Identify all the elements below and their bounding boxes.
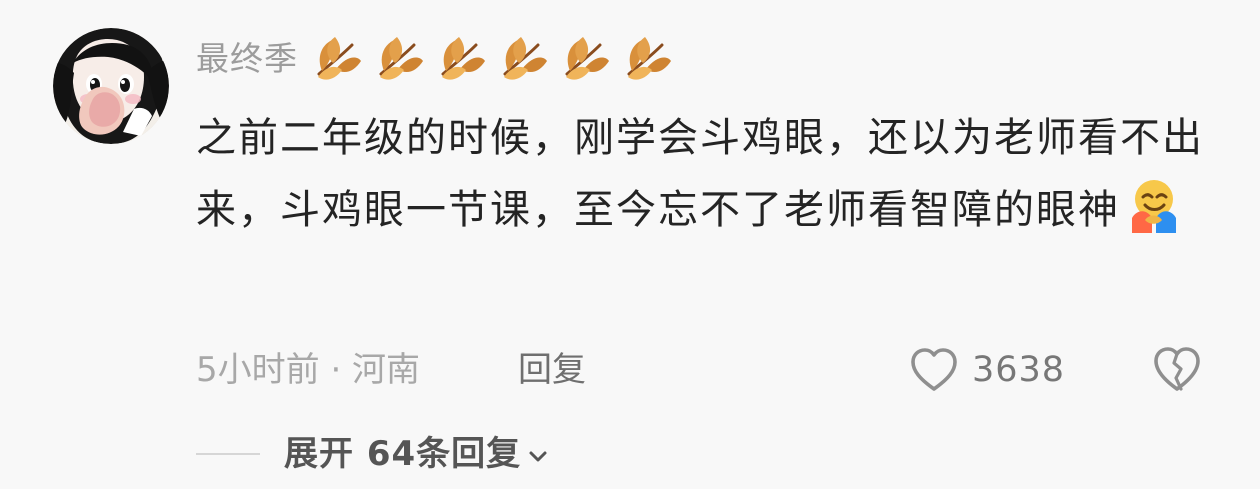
leaf-icon <box>503 37 547 80</box>
comment-meta-row: 5小时前 · 河南 回复 3638 <box>196 344 1216 396</box>
like-button[interactable]: 3638 <box>908 344 1065 396</box>
expand-divider <box>196 453 260 455</box>
leaf-icon <box>627 37 671 80</box>
expand-replies-row: 展开 64条回复 <box>196 426 549 482</box>
expand-replies-button[interactable]: 展开 64条回复 <box>284 437 549 471</box>
heart-icon[interactable] <box>908 346 960 394</box>
broken-heart-icon[interactable] <box>1150 344 1204 396</box>
leaf-icon <box>317 37 361 80</box>
like-count: 3638 <box>972 349 1066 390</box>
author-name[interactable]: 最终季 <box>196 42 298 75</box>
avatar[interactable] <box>53 28 169 144</box>
comment-card: 最终季 之前二年级的时候，刚学会斗鸡眼，还以为老师看不出来，斗鸡眼一节课，至今忘… <box>0 0 1260 489</box>
reply-button[interactable]: 回复 <box>518 348 586 392</box>
badge-list <box>310 30 674 86</box>
author-row: 最终季 <box>196 30 674 86</box>
comment-text: 之前二年级的时候，刚学会斗鸡眼，还以为老师看不出来，斗鸡眼一节课，至今忘不了老师… <box>196 102 1206 246</box>
chevron-down-icon[interactable] <box>527 445 549 467</box>
comment-body-text: 之前二年级的时候，刚学会斗鸡眼，还以为老师看不出来，斗鸡眼一节课，至今忘不了老师… <box>196 115 1204 233</box>
leaf-icon <box>565 37 609 80</box>
dislike-button[interactable] <box>1150 344 1204 396</box>
time-location: 5小时前 · 河南 <box>196 350 421 390</box>
hugging-face-emoji <box>1132 180 1176 233</box>
leaf-icon <box>441 37 485 80</box>
expand-replies-label[interactable]: 展开 64条回复 <box>284 437 521 471</box>
leaf-icon <box>379 37 423 80</box>
